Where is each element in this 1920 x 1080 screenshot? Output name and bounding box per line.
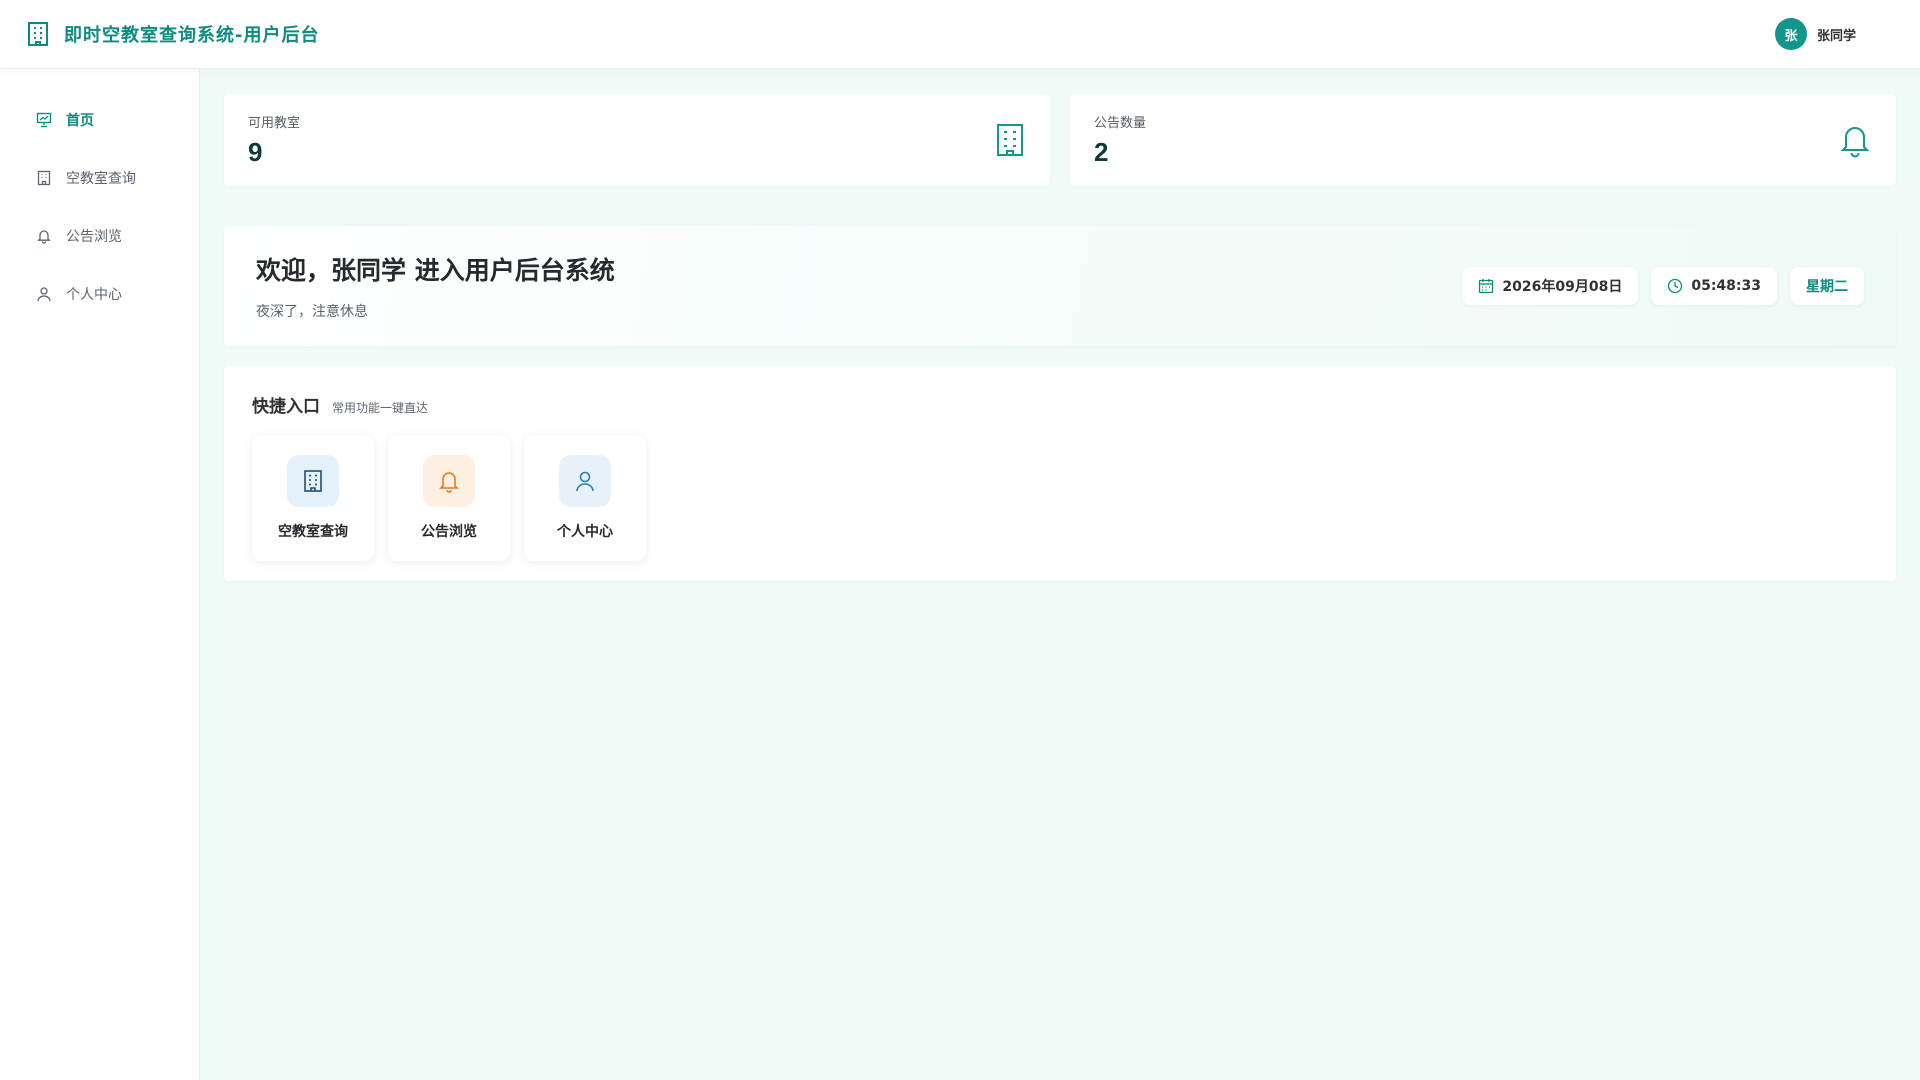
bell-icon [36,228,52,244]
stat-value: 2 [1094,137,1109,167]
quick-access-header: 快捷入口 常用功能一键直达 [252,392,1868,417]
sidebar-item-label: 首页 [66,113,94,129]
welcome-banner: 欢迎，张同学 进入用户后台系统 夜深了，注意休息 2026年09月08日 05:… [224,226,1896,346]
quick-access-panel: 快捷入口 常用功能一键直达 空教室查询 公告浏览 个人中心 [224,366,1896,581]
building-icon [994,123,1026,157]
quick-access-subtitle: 常用功能一键直达 [332,401,429,415]
datetime-group: 2026年09月08日 05:48:33 星期二 [1462,267,1864,305]
stat-value: 9 [248,137,263,167]
quick-item-announcements[interactable]: 公告浏览 [388,435,510,561]
welcome-subtitle: 夜深了，注意休息 [256,304,368,320]
stat-card-announcements: 公告数量 2 [1070,94,1896,186]
user-icon [559,455,611,507]
building-icon [287,455,339,507]
date-text: 2026年09月08日 [1502,279,1623,295]
quick-access-list: 空教室查询 公告浏览 个人中心 [252,435,1868,561]
sidebar-item-profile[interactable]: 个人中心 [0,265,199,323]
user-name[interactable]: 张同学 [1817,25,1856,44]
stat-card-classrooms: 可用教室 9 [224,94,1050,186]
sidebar: 首页 空教室查询 公告浏览 个人中心 [0,69,200,1080]
sidebar-item-home[interactable]: 首页 [0,91,199,149]
weekday-text: 星期二 [1806,279,1848,295]
weekday-badge: 星期二 [1790,267,1864,305]
date-badge: 2026年09月08日 [1462,267,1639,305]
user-menu[interactable]: 张 张同学 [1774,18,1856,50]
main-content: 可用教室 9 公告数量 2 欢迎，张同学 进入用户后台系统 夜深了，注意休息 2… [224,94,1896,581]
quick-item-profile[interactable]: 个人中心 [524,435,646,561]
building-icon [26,21,50,47]
brand[interactable]: 即时空教室查询系统-用户后台 [26,21,319,47]
app-title: 即时空教室查询系统-用户后台 [64,25,320,46]
sidebar-item-label: 空教室查询 [66,171,136,187]
bell-icon [1838,122,1872,158]
quick-item-classroom-search[interactable]: 空教室查询 [252,435,374,561]
bell-icon [423,455,475,507]
top-header: 即时空教室查询系统-用户后台 张 张同学 [0,0,1920,69]
quick-item-label: 公告浏览 [421,524,477,540]
sidebar-item-label: 公告浏览 [66,229,122,245]
time-text: 05:48:33 [1691,278,1761,294]
clock-icon [1667,278,1683,294]
quick-item-label: 空教室查询 [278,524,348,540]
time-badge: 05:48:33 [1651,267,1777,305]
sidebar-item-announcements[interactable]: 公告浏览 [0,207,199,265]
stat-label: 公告数量 [1094,116,1147,131]
quick-item-label: 个人中心 [557,524,613,540]
stat-label: 可用教室 [248,116,301,131]
stats-row: 可用教室 9 公告数量 2 [224,94,1896,186]
sidebar-item-classroom-search[interactable]: 空教室查询 [0,149,199,207]
welcome-title: 欢迎，张同学 进入用户后台系统 [256,256,615,285]
calendar-icon [1478,278,1494,294]
avatar[interactable]: 张 [1774,18,1807,50]
building-icon [36,170,52,186]
presentation-icon [36,112,52,128]
user-icon [36,286,52,302]
quick-access-title: 快捷入口 [252,397,320,417]
sidebar-item-label: 个人中心 [66,287,122,303]
